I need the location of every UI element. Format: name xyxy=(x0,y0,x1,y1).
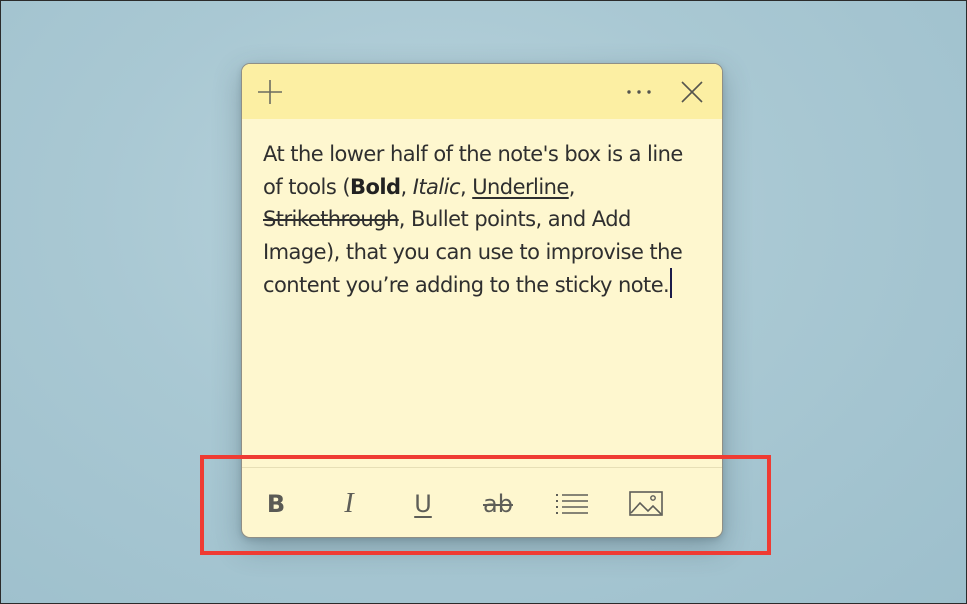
note-text-editor[interactable]: At the lower half of the note's box is a… xyxy=(263,138,703,302)
strikethrough-text: Strikethrough xyxy=(263,207,399,231)
bulleted-list-icon xyxy=(556,494,588,514)
underline-button[interactable]: U xyxy=(398,482,448,526)
note-titlebar xyxy=(242,64,722,119)
sticky-note-window: At the lower half of the note's box is a… xyxy=(241,63,723,538)
italic-button[interactable]: I xyxy=(324,482,374,526)
underlined-text: Underline xyxy=(472,174,569,199)
more-horizontal-icon xyxy=(627,89,651,94)
add-image-button[interactable] xyxy=(621,482,671,526)
close-note-button[interactable] xyxy=(669,64,715,119)
new-note-button[interactable] xyxy=(247,64,293,119)
bold-button[interactable]: B xyxy=(251,482,301,526)
note-text: , xyxy=(459,174,473,199)
note-text: , xyxy=(400,174,413,199)
close-icon xyxy=(681,80,703,103)
strikethrough-button[interactable]: ab xyxy=(473,482,523,526)
bold-text: Bold xyxy=(350,174,401,199)
image-icon xyxy=(629,491,663,516)
bullets-button[interactable] xyxy=(547,482,597,526)
plus-icon xyxy=(258,79,282,104)
note-menu-button[interactable] xyxy=(616,64,662,119)
italic-text: Italic xyxy=(412,174,461,199)
formatting-toolbar: B I U ab xyxy=(242,468,722,537)
text-cursor xyxy=(670,268,673,298)
note-text: , xyxy=(568,174,576,199)
